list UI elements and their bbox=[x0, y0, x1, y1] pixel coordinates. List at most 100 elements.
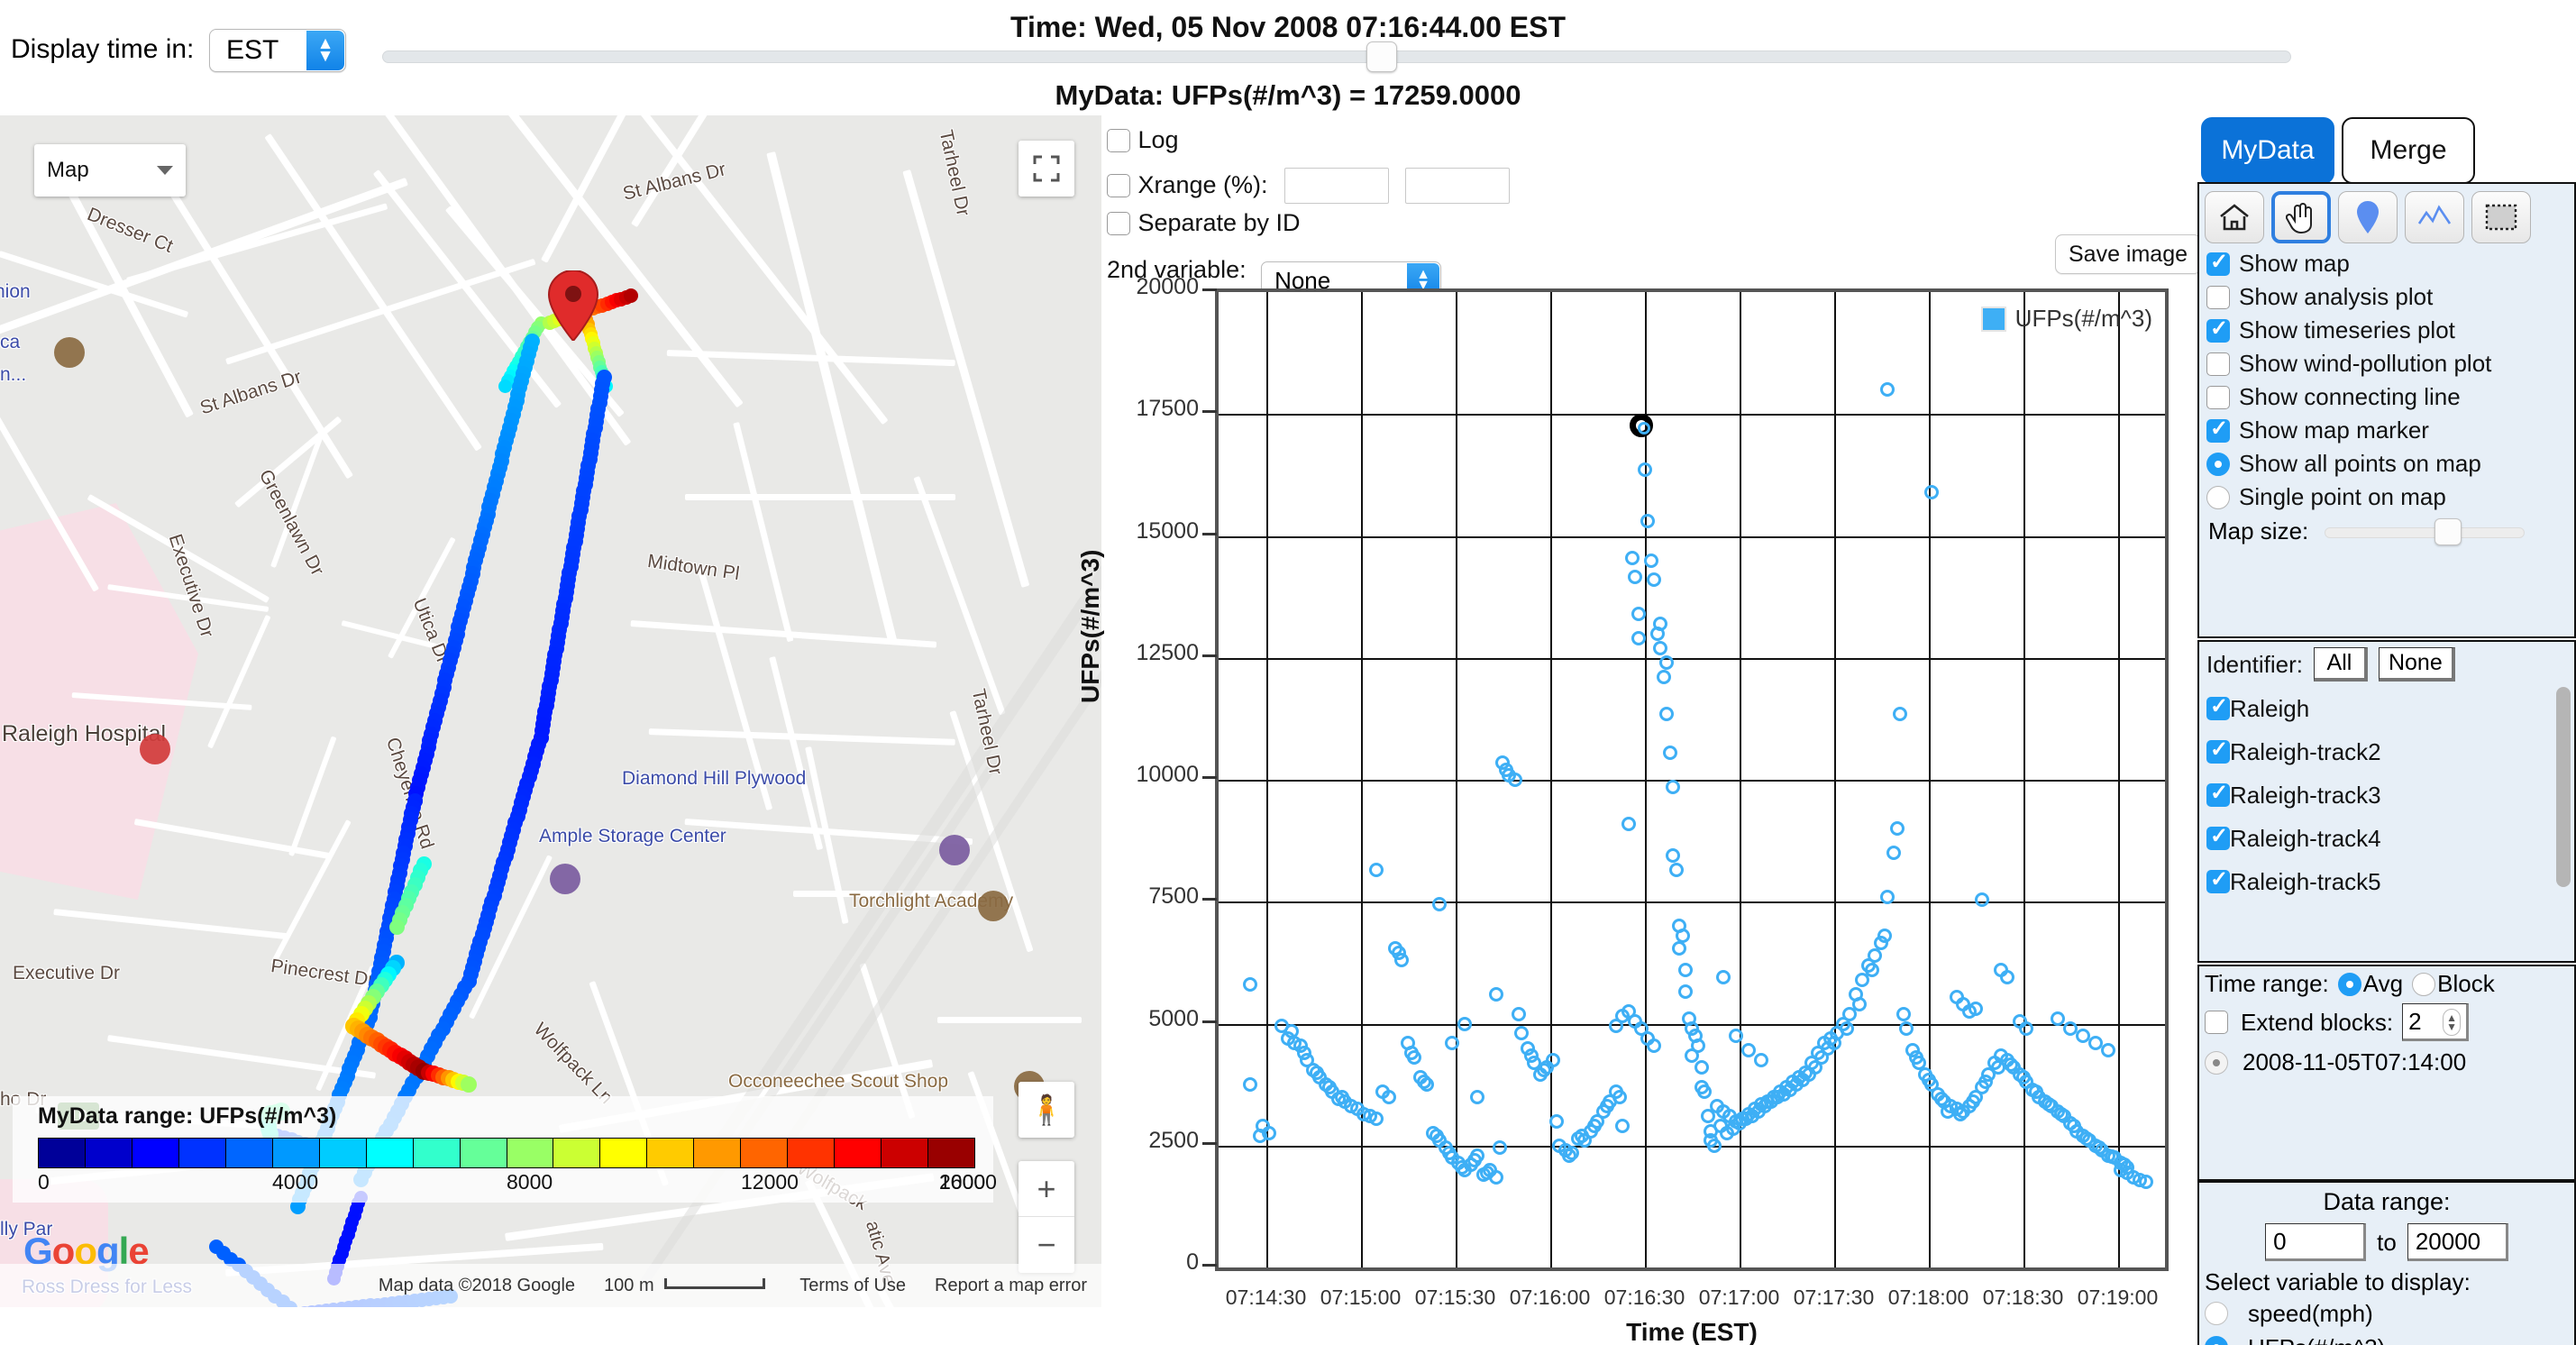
xrange-option-row[interactable]: Xrange (%): bbox=[1107, 168, 2206, 209]
separate-by-id-checkbox[interactable] bbox=[1107, 212, 1130, 235]
chart-data-point[interactable] bbox=[2041, 1096, 2056, 1112]
chart-data-point[interactable] bbox=[1886, 846, 1901, 861]
chart-data-point[interactable] bbox=[1321, 1079, 1337, 1094]
chart-data-point[interactable] bbox=[1391, 946, 1406, 961]
chart-data-point[interactable] bbox=[1432, 896, 1447, 911]
chart-data-point[interactable] bbox=[1403, 1045, 1419, 1060]
chart-data-point[interactable] bbox=[2051, 1011, 2065, 1027]
chart-data-point[interactable] bbox=[1309, 1065, 1324, 1080]
chart-data-point[interactable] bbox=[1978, 1075, 1993, 1090]
chart-data-point[interactable] bbox=[2139, 1175, 2153, 1190]
log-option-row[interactable]: Log bbox=[1107, 126, 2206, 168]
option-checkbox[interactable] bbox=[2206, 352, 2230, 376]
chart-data-point[interactable] bbox=[1659, 655, 1674, 671]
option-checkbox[interactable] bbox=[2206, 285, 2230, 309]
chart-data-point[interactable] bbox=[1514, 1026, 1529, 1041]
line-chart-icon[interactable] bbox=[2405, 191, 2464, 243]
time-slider-thumb[interactable] bbox=[1366, 41, 1397, 72]
log-checkbox[interactable] bbox=[1107, 129, 1130, 152]
chart-data-point[interactable] bbox=[1631, 631, 1646, 646]
street-view-pegman-icon[interactable]: 🧍 bbox=[1019, 1082, 1074, 1138]
variable-radio[interactable] bbox=[2205, 1336, 2228, 1345]
chart-data-point[interactable] bbox=[1672, 940, 1686, 956]
variable-radio[interactable] bbox=[2205, 1302, 2228, 1325]
chart-data-point[interactable] bbox=[1895, 1006, 1911, 1021]
chart-data-point[interactable] bbox=[1666, 847, 1680, 863]
chart-data-point[interactable] bbox=[1678, 962, 1693, 977]
chart-data-point[interactable] bbox=[1899, 1020, 1914, 1036]
chart-data-point[interactable] bbox=[1754, 1053, 1768, 1068]
chart-data-point[interactable] bbox=[1889, 821, 1905, 837]
chart-data-point[interactable] bbox=[1643, 553, 1658, 568]
sidebar-tab-mydata[interactable]: MyData bbox=[2201, 117, 2334, 184]
select-box-icon[interactable] bbox=[2471, 191, 2531, 243]
chart-data-point[interactable] bbox=[1498, 763, 1513, 778]
xrange-max-input[interactable] bbox=[1405, 168, 1511, 204]
timestamp-radio[interactable] bbox=[2205, 1050, 2228, 1075]
chart-data-point[interactable] bbox=[1880, 889, 1895, 904]
chart-data-point[interactable] bbox=[1631, 607, 1646, 622]
chart-data-point[interactable] bbox=[1678, 984, 1693, 1000]
identifier-checkbox[interactable] bbox=[2206, 866, 2230, 893]
chart-data-point[interactable] bbox=[1729, 1029, 1743, 1044]
sidebar-tab-merge[interactable]: Merge bbox=[2342, 117, 2475, 184]
identifier-all-button[interactable]: All bbox=[2313, 647, 2368, 682]
map-size-slider[interactable] bbox=[2325, 517, 2526, 545]
chart-data-point[interactable] bbox=[1628, 570, 1642, 585]
chart-data-point[interactable] bbox=[1640, 514, 1655, 529]
chart-data-point[interactable] bbox=[1716, 970, 1731, 985]
time-range-avg-radio[interactable] bbox=[2337, 972, 2361, 996]
identifier-checkbox[interactable] bbox=[2206, 823, 2230, 850]
chart-data-point[interactable] bbox=[1243, 977, 1257, 993]
chart-data-point[interactable] bbox=[1586, 1119, 1602, 1134]
map-size-slider-thumb[interactable] bbox=[2434, 517, 2462, 545]
data-range-min-input[interactable]: 0 bbox=[2265, 1223, 2367, 1261]
identifier-scrollbar-thumb[interactable] bbox=[2556, 687, 2571, 887]
chart-data-point[interactable] bbox=[1624, 550, 1640, 565]
extend-blocks-checkbox[interactable] bbox=[2205, 1011, 2228, 1034]
chart-data-point[interactable] bbox=[1659, 706, 1674, 721]
chart-data-point[interactable] bbox=[1653, 616, 1667, 631]
chart-data-point[interactable] bbox=[2028, 1084, 2043, 1100]
data-range-max-input[interactable]: 20000 bbox=[2407, 1223, 2508, 1261]
map-panel[interactable]: Dresser Ctnioncan...St Albans DrTarheel … bbox=[0, 115, 1101, 1307]
map-poi-icon[interactable] bbox=[54, 337, 85, 368]
map-poi-icon[interactable] bbox=[939, 835, 970, 865]
option-radio[interactable] bbox=[2206, 452, 2230, 476]
report-map-error-link[interactable]: Report a map error bbox=[920, 1276, 1101, 1296]
chart-data-point[interactable] bbox=[1621, 816, 1636, 831]
identifier-row[interactable]: Raleigh-track3 bbox=[2199, 773, 2574, 817]
time-slider-track[interactable] bbox=[382, 50, 2291, 63]
chart-data-point[interactable] bbox=[1612, 1089, 1627, 1104]
chart-data-point[interactable] bbox=[1416, 1075, 1431, 1090]
chart-data-point[interactable] bbox=[1429, 1128, 1444, 1143]
chart-data-point[interactable] bbox=[1369, 863, 1384, 878]
chart-data-point[interactable] bbox=[1536, 1062, 1551, 1077]
zoom-in-button[interactable]: + bbox=[1019, 1161, 1074, 1217]
chart-data-point[interactable] bbox=[1637, 462, 1652, 478]
fullscreen-icon[interactable] bbox=[1019, 141, 1074, 197]
chart-data-point[interactable] bbox=[2101, 1043, 2115, 1058]
timeseries-chart[interactable]: UFPs(#/m^3) UFPs(#/m^3) 0 2500 5000 7500 100… bbox=[1076, 270, 2215, 1345]
identifier-none-button[interactable]: None bbox=[2378, 647, 2455, 682]
separate-option-row[interactable]: Separate by ID bbox=[1107, 209, 2206, 251]
map-marker-pin[interactable] bbox=[547, 269, 599, 343]
chart-data-point[interactable] bbox=[1457, 1016, 1472, 1031]
display-option-row[interactable]: Show all points on map bbox=[2199, 447, 2574, 480]
chart-data-point[interactable] bbox=[1666, 780, 1680, 795]
chart-data-point[interactable] bbox=[1296, 1045, 1311, 1060]
chart-data-point[interactable] bbox=[2015, 1070, 2031, 1084]
chart-data-point[interactable] bbox=[2078, 1130, 2094, 1146]
display-option-row[interactable]: Show map bbox=[2199, 247, 2574, 280]
chart-data-point[interactable] bbox=[1511, 1006, 1526, 1021]
timestamp-row[interactable]: 2008-11-05T07:14:00 bbox=[2199, 1043, 2574, 1082]
identifier-scrollbar[interactable] bbox=[2556, 687, 2571, 957]
spinner-arrows-icon[interactable]: ▲ ▼ bbox=[2443, 1009, 2462, 1036]
chart-data-point[interactable] bbox=[1952, 1106, 1968, 1121]
map-type-dropdown[interactable]: Map bbox=[34, 144, 186, 197]
chart-data-point[interactable] bbox=[1826, 1036, 1841, 1051]
option-checkbox[interactable] bbox=[2206, 249, 2230, 276]
xrange-checkbox[interactable] bbox=[1107, 174, 1130, 197]
identifier-checkbox[interactable] bbox=[2206, 737, 2230, 764]
identifier-row[interactable]: Raleigh-track2 bbox=[2199, 730, 2574, 773]
